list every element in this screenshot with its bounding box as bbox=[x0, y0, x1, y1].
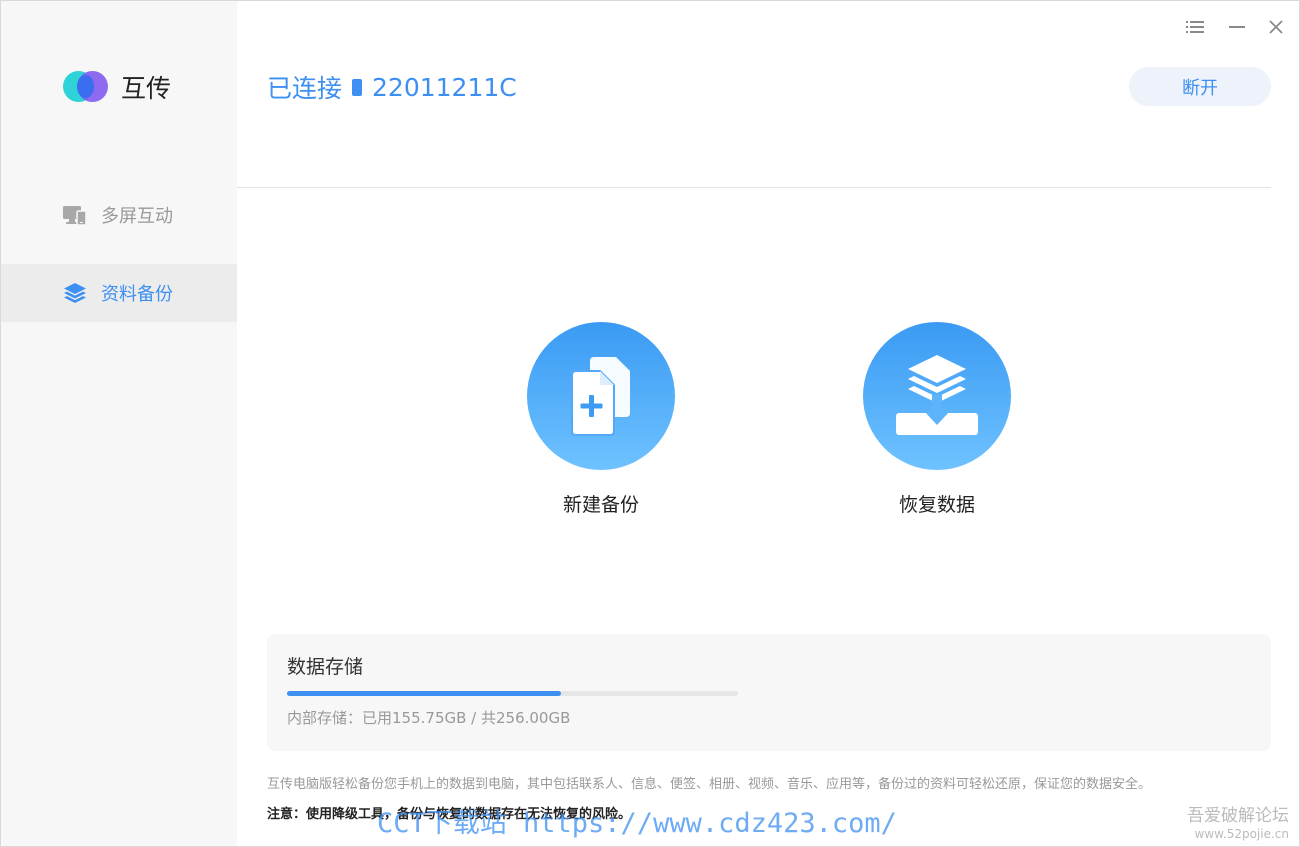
monitor-phone-icon bbox=[63, 203, 87, 227]
minimize-icon[interactable] bbox=[1225, 15, 1249, 39]
close-icon[interactable] bbox=[1264, 15, 1288, 39]
new-backup-button[interactable]: 新建备份 bbox=[521, 322, 681, 517]
description-text: 互传电脑版轻松备份您手机上的数据到电脑，其中包括联系人、信息、便签、相册、视频、… bbox=[267, 777, 1152, 792]
restore-data-icon bbox=[863, 322, 1011, 470]
status-text: 已连接 bbox=[267, 74, 343, 103]
watermark-right-line2: www.52pojie.cn bbox=[1194, 827, 1289, 841]
phone-icon bbox=[352, 78, 363, 96]
watermark-right: 吾爱破解论坛 www.52pojie.cn bbox=[1187, 801, 1289, 841]
app-name: 互传 bbox=[121, 74, 172, 103]
app-window: 互传 多屏互动 资料备份 已连接 22011211C 断开 新建备份 恢复数据 … bbox=[0, 0, 1300, 847]
header-divider bbox=[237, 187, 1271, 188]
new-backup-icon bbox=[527, 322, 675, 470]
device-name: 22011211C bbox=[372, 72, 517, 102]
storage-card: 数据存储 内部存储：已用155.75GB / 共256.00GB bbox=[267, 634, 1271, 751]
logo-icon bbox=[63, 71, 109, 103]
list-menu-icon[interactable] bbox=[1183, 15, 1207, 39]
sidebar: 互传 多屏互动 资料备份 bbox=[1, 1, 237, 846]
storage-progress-fill bbox=[287, 691, 562, 696]
sidebar-item-label: 多屏互动 bbox=[101, 206, 173, 227]
storage-progress-bar bbox=[287, 691, 738, 696]
disconnect-button[interactable]: 断开 bbox=[1129, 67, 1271, 106]
sidebar-item-backup[interactable]: 资料备份 bbox=[1, 264, 237, 322]
restore-data-button[interactable]: 恢复数据 bbox=[857, 322, 1017, 517]
watermark-right-line1: 吾爱破解论坛 bbox=[1187, 806, 1289, 826]
sidebar-item-label: 资料备份 bbox=[101, 284, 173, 305]
layers-icon bbox=[63, 281, 87, 305]
sidebar-item-multiscreen[interactable]: 多屏互动 bbox=[1, 186, 237, 244]
app-logo: 互传 bbox=[63, 69, 171, 105]
connection-status: 已连接 22011211C bbox=[267, 69, 517, 105]
restore-data-label: 恢复数据 bbox=[898, 494, 975, 516]
storage-info: 内部存储：已用155.75GB / 共256.00GB bbox=[287, 709, 571, 727]
new-backup-label: 新建备份 bbox=[562, 494, 639, 516]
watermark-main: CCT下载站 https://www.cdz423.com/ bbox=[377, 808, 897, 839]
storage-title: 数据存储 bbox=[287, 656, 364, 678]
